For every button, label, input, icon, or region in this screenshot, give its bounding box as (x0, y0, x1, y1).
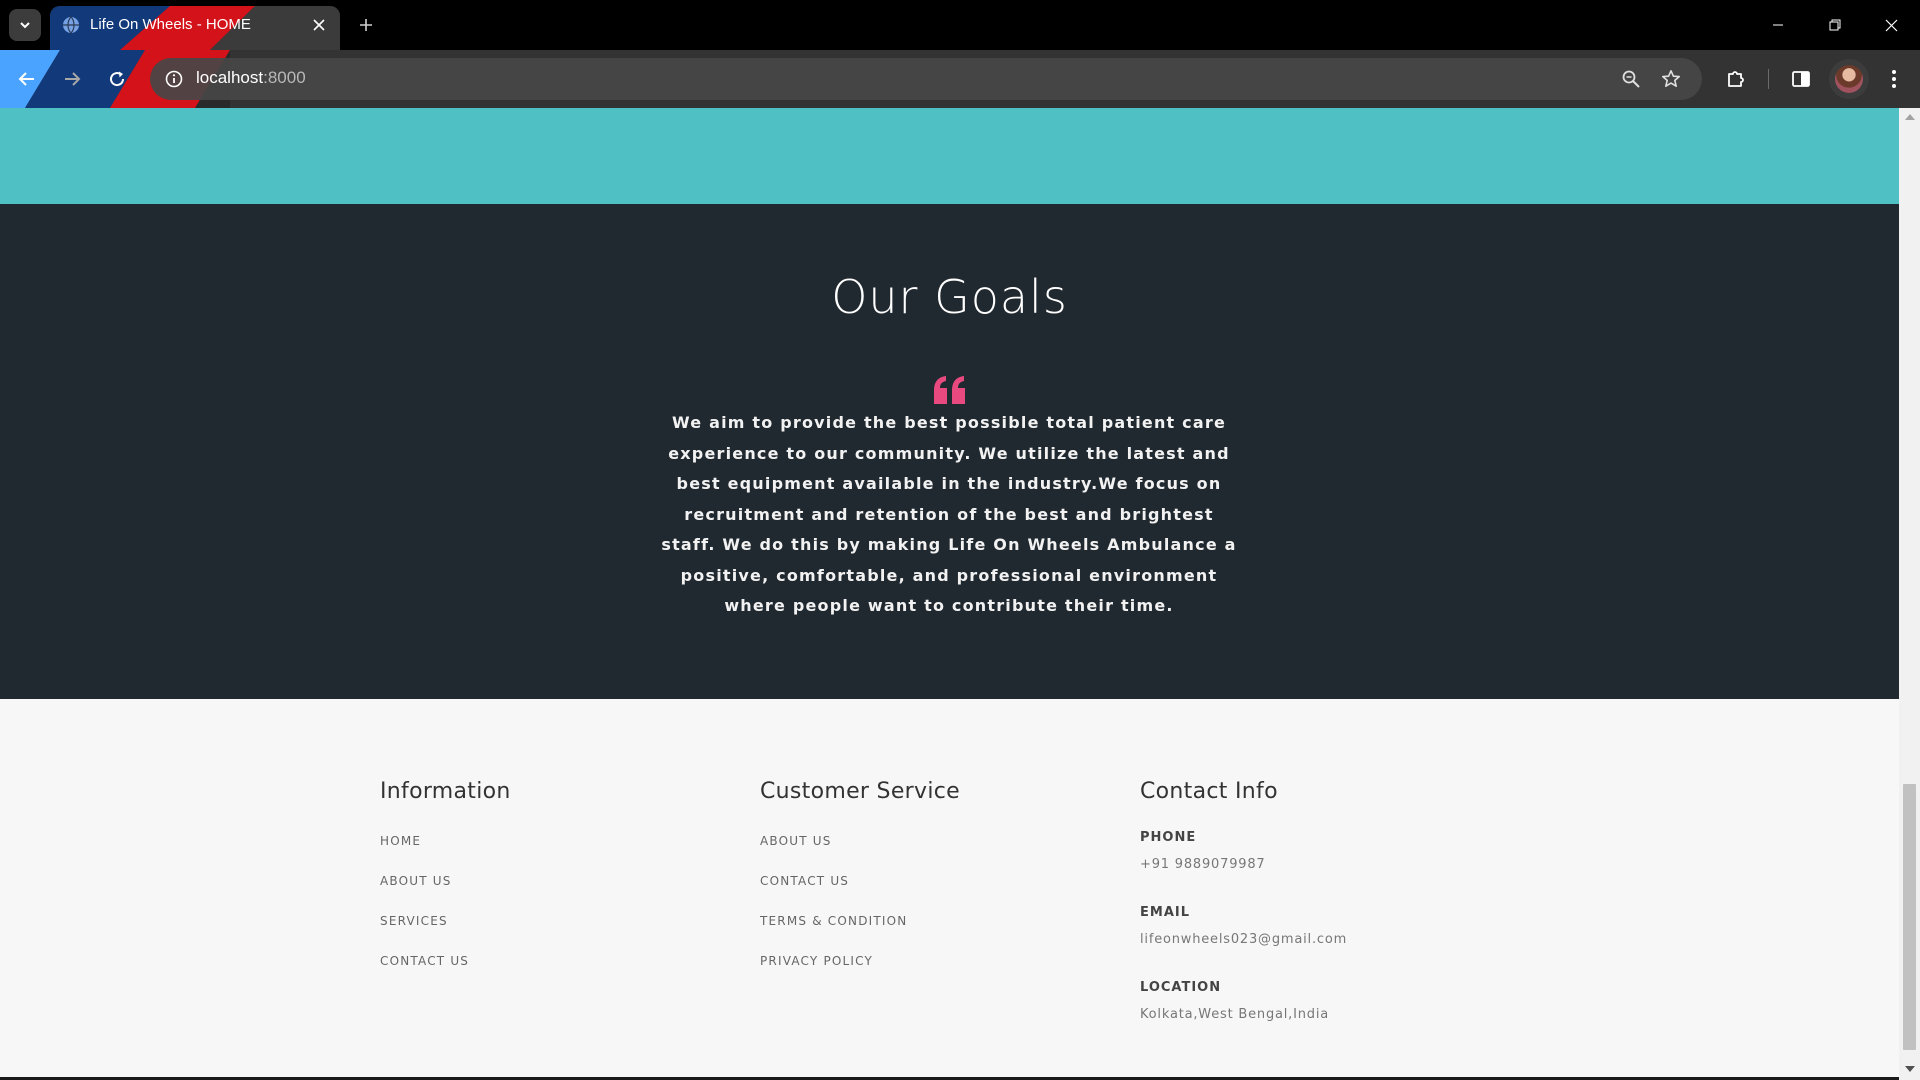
footer-customer-service-links: ABOUT US CONTACT US TERMS & CONDITION PR… (760, 830, 960, 990)
footer-link-terms[interactable]: TERMS & CONDITION (760, 914, 907, 928)
info-icon (165, 70, 183, 88)
vertical-scrollbar[interactable] (1899, 108, 1920, 1080)
forward-button[interactable] (56, 63, 88, 95)
footer-customer-service-heading: Customer Service (760, 779, 960, 804)
tab-close-button[interactable] (308, 14, 330, 36)
tab-search-button[interactable] (9, 9, 41, 41)
footer-link-item: ABOUT US (380, 870, 511, 910)
contact-email: EMAIL lifeonwheels023@gmail.com (1140, 905, 1347, 947)
location-value: Kolkata,West Bengal,India (1140, 1007, 1330, 1022)
side-panel-button[interactable] (1785, 63, 1817, 95)
footer-link-services[interactable]: SERVICES (380, 914, 448, 928)
footer-customer-service-column: Customer Service ABOUT US CONTACT US TER… (760, 779, 960, 990)
site-info-button[interactable] (160, 65, 188, 93)
phone-label: PHONE (1140, 830, 1197, 845)
goals-heading: Our Goals (831, 270, 1068, 324)
goals-section: Our Goals We aim to provide the best pos… (0, 204, 1899, 699)
close-icon (1885, 19, 1898, 31)
footer-information-links: HOME ABOUT US SERVICES CONTACT US (380, 830, 511, 990)
scroll-up-arrow[interactable] (1905, 114, 1915, 120)
avatar-image (1835, 65, 1863, 93)
reload-icon (110, 71, 125, 87)
footer-link-item: SERVICES (380, 910, 511, 950)
url-host: localhost (196, 68, 264, 87)
minimize-button[interactable] (1749, 0, 1806, 50)
reload-button[interactable] (101, 63, 133, 95)
browser-menu-button[interactable] (1878, 63, 1910, 95)
browser-titlebar: Life On Wheels - HOME (0, 0, 1920, 50)
zoom-button[interactable] (1618, 66, 1644, 92)
arrow-left-icon (18, 72, 34, 86)
scroll-down-arrow[interactable] (1905, 1066, 1915, 1072)
footer-information-column: Information HOME ABOUT US SERVICES CONTA… (380, 779, 511, 990)
chevron-down-icon (20, 22, 30, 29)
browser-toolbar: localhost:8000 (0, 50, 1920, 108)
zoom-icon (1622, 70, 1640, 88)
email-value[interactable]: lifeonwheels023@gmail.com (1140, 932, 1347, 947)
footer-link-home[interactable]: HOME (380, 834, 421, 848)
browser-tab-active[interactable]: Life On Wheels - HOME (50, 6, 340, 50)
footer-link-item: CONTACT US (760, 870, 960, 910)
email-label: EMAIL (1140, 905, 1190, 920)
address-bar[interactable]: localhost:8000 (150, 58, 1702, 100)
location-label: LOCATION (1140, 980, 1222, 995)
footer-link-contact-us[interactable]: CONTACT US (380, 954, 469, 968)
window-close-button[interactable] (1863, 0, 1920, 50)
contact-phone: PHONE +91 9889079987 (1140, 830, 1347, 872)
back-button[interactable] (11, 63, 43, 95)
plus-icon (360, 19, 372, 31)
footer-link-about-us[interactable]: ABOUT US (380, 874, 452, 888)
footer-link-contact-us[interactable]: CONTACT US (760, 874, 849, 888)
footer-link-item: CONTACT US (380, 950, 511, 990)
footer-link-item: TERMS & CONDITION (760, 910, 960, 950)
quote-icon (934, 376, 965, 404)
site-footer: Information HOME ABOUT US SERVICES CONTA… (0, 699, 1899, 1080)
footer-link-privacy-policy[interactable]: PRIVACY POLICY (760, 954, 873, 968)
toolbar-divider (1768, 69, 1769, 89)
footer-contact-heading: Contact Info (1140, 779, 1278, 804)
footer-information-heading: Information (380, 779, 511, 804)
star-icon (1662, 70, 1680, 87)
kebab-menu-icon (1892, 70, 1896, 88)
scroll-thumb[interactable] (1903, 784, 1916, 1050)
bookmark-button[interactable] (1658, 66, 1684, 92)
contact-location: LOCATION Kolkata,West Bengal,India (1140, 980, 1347, 1022)
contact-details: PHONE +91 9889079987 EMAIL lifeonwheels0… (1140, 830, 1347, 1022)
footer-contact-column: Contact Info PHONE +91 9889079987 EMAIL … (1140, 779, 1347, 1055)
footer-link-about-us[interactable]: ABOUT US (760, 834, 832, 848)
url-text[interactable]: localhost:8000 (196, 68, 306, 88)
close-icon (313, 19, 325, 31)
restore-icon (1829, 19, 1840, 31)
phone-value[interactable]: +91 9889079987 (1140, 857, 1347, 872)
page-viewport: Our Goals We aim to provide the best pos… (0, 108, 1920, 1080)
new-tab-button[interactable] (352, 11, 380, 39)
footer-link-item: HOME (380, 830, 511, 870)
side-panel-icon (1792, 71, 1810, 87)
puzzle-icon (1728, 71, 1744, 87)
restore-button[interactable] (1806, 0, 1863, 50)
minimize-icon (1772, 24, 1783, 26)
teal-banner (0, 108, 1899, 204)
globe-icon (63, 16, 79, 34)
profile-avatar[interactable] (1829, 59, 1869, 99)
footer-link-item: ABOUT US (760, 830, 960, 870)
goals-description: We aim to provide the best possible tota… (661, 413, 1237, 615)
url-port: :8000 (263, 68, 306, 87)
tab-title: Life On Wheels - HOME (90, 16, 251, 33)
arrow-right-icon (65, 72, 81, 86)
footer-link-item: PRIVACY POLICY (760, 950, 960, 990)
extensions-button[interactable] (1720, 63, 1752, 95)
